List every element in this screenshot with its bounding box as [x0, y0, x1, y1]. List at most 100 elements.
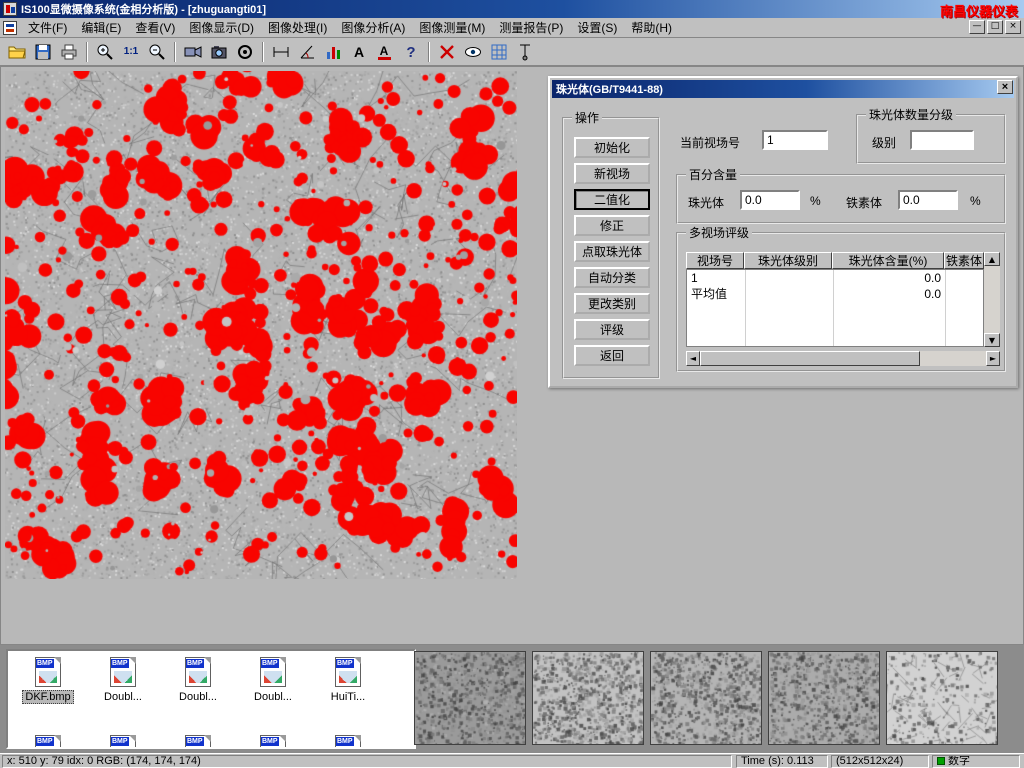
menu-settings[interactable]: 设置(S) — [570, 17, 624, 38]
init-button[interactable]: 初始化 — [574, 137, 650, 158]
pearlite-percent-input[interactable] — [740, 190, 800, 210]
new-field-button[interactable]: 新视场 — [574, 163, 650, 184]
measure-width-button[interactable] — [269, 40, 293, 64]
printer-icon — [59, 42, 79, 62]
return-button[interactable]: 返回 — [574, 345, 650, 366]
question-icon: ? — [401, 42, 421, 62]
menu-file[interactable]: 文件(F) — [21, 17, 74, 38]
thumbnail-2[interactable] — [532, 651, 644, 745]
zoom-out-button[interactable] — [145, 40, 169, 64]
file-item[interactable]: BMP — [312, 735, 384, 749]
scroll-left-arrow[interactable]: ◄ — [686, 351, 700, 366]
menu-image-measure[interactable]: 图像测量(M) — [412, 17, 492, 38]
cell-grade — [745, 286, 833, 302]
metallographic-image[interactable] — [5, 71, 517, 579]
video-camera-icon — [183, 42, 203, 62]
col-pearlite-content[interactable]: 珠光体含量(%) — [832, 252, 944, 269]
grid-button[interactable] — [487, 40, 511, 64]
file-item[interactable]: BMP Doubl... — [87, 657, 159, 705]
measure-angle-button[interactable] — [295, 40, 319, 64]
col-ferrite[interactable]: 铁素体 — [944, 252, 984, 269]
file-item[interactable]: BMP Doubl... — [237, 657, 309, 705]
zoom-in-button[interactable] — [93, 40, 117, 64]
help-button[interactable]: ? — [399, 40, 423, 64]
rating-table[interactable]: 1 0.0 平均值 0.0 — [686, 269, 984, 347]
table-vertical-scrollbar[interactable]: ▲ ▼ — [984, 252, 1000, 347]
title-bar[interactable]: IS100显微摄像系统(金相分析版) - [zhuguangti01] — [0, 0, 1024, 18]
save-button[interactable] — [31, 40, 55, 64]
lens-button[interactable] — [233, 40, 257, 64]
camera-capture-button[interactable] — [207, 40, 231, 64]
delete-annotation-button[interactable] — [435, 40, 459, 64]
menu-image-analysis[interactable]: 图像分析(A) — [334, 17, 412, 38]
current-field-input[interactable] — [762, 130, 828, 150]
preview-button[interactable] — [461, 40, 485, 64]
mdi-window-controls: — □ × — [969, 20, 1021, 34]
mdi-minimize-button[interactable]: — — [969, 20, 985, 34]
menu-edit[interactable]: 编辑(E) — [74, 17, 128, 38]
table-horizontal-scrollbar[interactable]: ◄ ► — [686, 351, 1000, 366]
ferrite-percent-input[interactable] — [898, 190, 958, 210]
col-field-no[interactable]: 视场号 — [686, 252, 744, 269]
video-capture-button[interactable] — [181, 40, 205, 64]
scroll-down-arrow[interactable]: ▼ — [984, 333, 1000, 347]
file-item[interactable]: BMP HuiTi... — [312, 657, 384, 705]
font-color-button[interactable]: A — [373, 40, 397, 64]
bmp-file-icon: BMP — [35, 657, 61, 687]
auto-classify-button[interactable]: 自动分类 — [574, 267, 650, 288]
ferrite-label: 铁素体 — [846, 194, 882, 211]
zoom-in-icon — [95, 42, 115, 62]
table-row[interactable]: 平均值 0.0 — [687, 286, 983, 302]
dialog-title-bar[interactable]: 珠光体(GB/T9441-88) — [552, 80, 1014, 98]
scroll-thumb[interactable] — [700, 351, 920, 366]
thumbnail-5[interactable] — [886, 651, 998, 745]
change-class-button[interactable]: 更改类别 — [574, 293, 650, 314]
file-item[interactable]: BMP Doubl... — [162, 657, 234, 705]
file-name[interactable]: DKF.bmp — [22, 690, 73, 704]
file-name[interactable]: Doubl... — [102, 691, 144, 703]
cell-field-no: 平均值 — [687, 286, 745, 302]
status-green-icon — [937, 757, 945, 765]
bottom-panel: BMP DKF.bmp BMP Doubl... BMP Doubl... BM… — [0, 645, 1024, 753]
print-button[interactable] — [57, 40, 81, 64]
document-icon[interactable] — [3, 21, 17, 35]
menu-image-processing[interactable]: 图像处理(I) — [261, 17, 334, 38]
file-browser[interactable]: BMP DKF.bmp BMP Doubl... BMP Doubl... BM… — [6, 649, 416, 749]
table-row[interactable]: 1 0.0 — [687, 270, 983, 286]
file-name[interactable]: Doubl... — [177, 691, 219, 703]
file-item[interactable]: BMP — [237, 735, 309, 749]
file-name[interactable]: HuiTi... — [329, 691, 367, 703]
col-pearlite-grade[interactable]: 珠光体级别 — [744, 252, 832, 269]
file-item[interactable]: BMP — [87, 735, 159, 749]
file-name[interactable]: Doubl... — [252, 691, 294, 703]
pearlite-dialog[interactable]: 珠光体(GB/T9441-88) × 操作 初始化 新视场 二值化 修正 点取珠… — [548, 76, 1018, 388]
file-item[interactable]: BMP — [162, 735, 234, 749]
grade-input[interactable] — [910, 130, 974, 150]
scroll-up-arrow[interactable]: ▲ — [984, 252, 1000, 266]
plumb-line-icon — [515, 42, 535, 62]
scroll-right-arrow[interactable]: ► — [986, 351, 1000, 366]
chart-button[interactable] — [321, 40, 345, 64]
mdi-restore-button[interactable]: □ — [987, 20, 1003, 34]
thumbnail-3[interactable] — [650, 651, 762, 745]
file-item[interactable]: BMP DKF.bmp — [12, 657, 84, 705]
open-file-button[interactable] — [5, 40, 29, 64]
pick-pearlite-button[interactable]: 点取珠光体 — [574, 241, 650, 262]
text-annotate-button[interactable]: A — [347, 40, 371, 64]
calibration-button[interactable] — [513, 40, 537, 64]
menu-measure-report[interactable]: 测量报告(P) — [492, 17, 570, 38]
rate-button[interactable]: 评级 — [574, 319, 650, 340]
menu-help[interactable]: 帮助(H) — [624, 17, 679, 38]
correct-button[interactable]: 修正 — [574, 215, 650, 236]
thumbnail-1[interactable] — [414, 651, 526, 745]
toolbar: 1:1 A A ? — [0, 38, 1024, 66]
binarize-button[interactable]: 二值化 — [574, 189, 650, 210]
actual-size-button[interactable]: 1:1 — [119, 40, 143, 64]
thumbnail-4[interactable] — [768, 651, 880, 745]
mdi-close-button[interactable]: × — [1005, 20, 1021, 34]
file-item[interactable]: BMP — [12, 735, 84, 749]
menu-view[interactable]: 查看(V) — [128, 17, 182, 38]
dialog-close-button[interactable]: × — [997, 80, 1013, 94]
multi-field-group: 多视场评级 视场号 珠光体级别 珠光体含量(%) 铁素体 1 0.0 平均值 — [676, 232, 1006, 372]
menu-image-display[interactable]: 图像显示(D) — [182, 17, 261, 38]
